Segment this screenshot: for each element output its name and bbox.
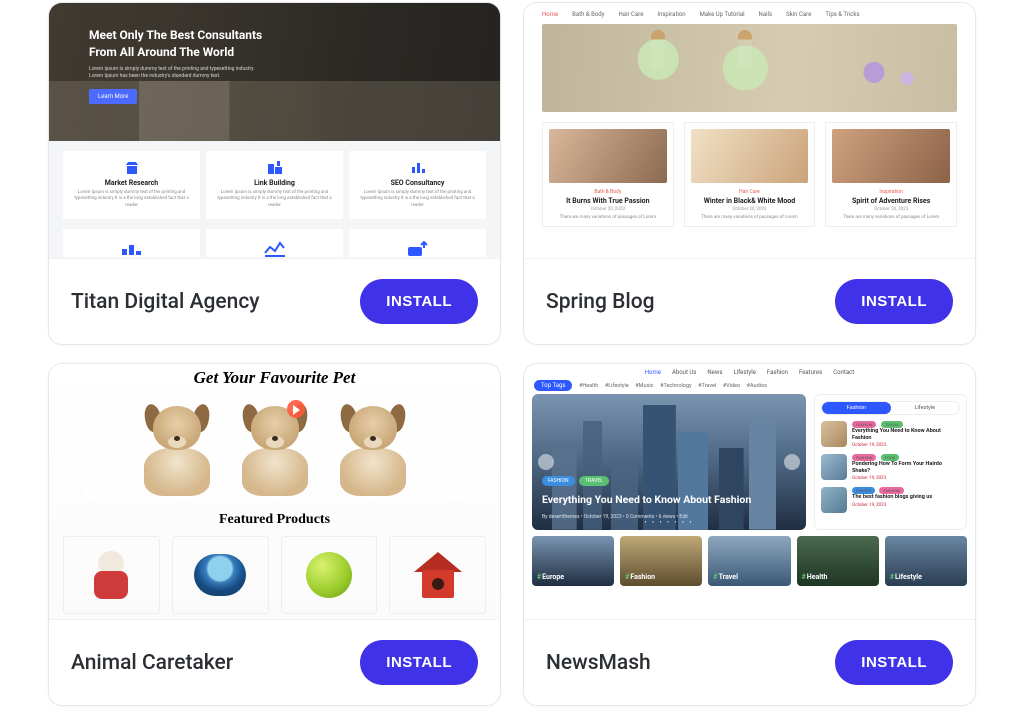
animal-hero-title: Get Your Favourite Pet [49, 364, 500, 388]
link-building-icon [214, 161, 335, 175]
theme-title-newsmash: NewsMash [546, 651, 651, 675]
dog-row [49, 388, 500, 496]
feature-label-0: Market Research [71, 179, 192, 187]
theme-preview-animal[interactable]: Get Your Favourite Pet Featured Products [49, 364, 500, 620]
analytics-icon [214, 241, 335, 257]
top-tags-bar: Top Tags #Health #Lifestyle #Music #Tech… [534, 382, 967, 389]
theme-preview-titan[interactable]: Meet Only The Best Consultants From All … [49, 3, 500, 259]
spring-post-2: Inspiration Spirit of Adventure Rises Oc… [825, 122, 957, 227]
theme-card-animal: Get Your Favourite Pet Featured Products… [48, 363, 501, 706]
newsmash-hero: FASHION TRAVEL Everything You Need to Kn… [532, 394, 806, 530]
theme-card-titan: Meet Only The Best Consultants From All … [48, 2, 501, 345]
product-teddy [63, 536, 160, 614]
product-fishbowl [172, 536, 269, 614]
animal-subtitle: Featured Products [49, 512, 500, 528]
theme-title-animal: Animal Caretaker [71, 651, 233, 675]
spring-post-0: Bath & Body It Burns With True Passion O… [542, 122, 674, 227]
seo-consultancy-icon [357, 161, 478, 175]
spring-post-1: Hair Care Winter in Black& White Mood Oc… [684, 122, 816, 227]
ranking-icon [71, 241, 192, 257]
newsmash-nav: HomeAbout Us NewsLifestyle FashionFeatur… [532, 366, 967, 379]
theme-title-spring: Spring Blog [546, 290, 655, 314]
newsmash-hero-headline: Everything You Need to Know About Fashio… [542, 493, 751, 506]
carousel-prev-icon [538, 454, 554, 470]
market-research-icon [71, 161, 192, 175]
titan-hero-title-2: From All Around The World [89, 45, 234, 59]
carousel-next-icon [784, 454, 800, 470]
install-button-animal[interactable]: INSTALL [360, 640, 478, 685]
growth-icon [357, 241, 478, 257]
theme-card-newsmash: HomeAbout Us NewsLifestyle FashionFeatur… [523, 363, 976, 706]
spring-nav: HomeBath & Body Hair CareInspiration Mak… [542, 9, 957, 24]
feature-label-2: SEO Consultancy [357, 179, 478, 187]
newsmash-sidebar: Fashion Lifestyle FASHION TRAVEL Everyth… [814, 394, 967, 530]
titan-hero-sub: Lorem ipsum is simply dummy text of the … [89, 66, 259, 81]
titan-hero-title-1: Meet Only The Best Consultants [89, 28, 262, 42]
titan-cta: Learn More [89, 89, 137, 104]
theme-preview-newsmash[interactable]: HomeAbout Us NewsLifestyle FashionFeatur… [524, 364, 975, 620]
install-button-newsmash[interactable]: INSTALL [835, 640, 953, 685]
spring-hero-image [542, 24, 957, 112]
newsmash-categories: Europe Fashion Travel Health Lifestyle [532, 536, 967, 586]
carousel-dots: • • • • • • • [644, 519, 693, 526]
theme-card-spring: HomeBath & Body Hair CareInspiration Mak… [523, 2, 976, 345]
theme-title-titan: Titan Digital Agency [71, 290, 260, 314]
feature-label-1: Link Building [214, 179, 335, 187]
install-button-titan[interactable]: INSTALL [360, 279, 478, 324]
product-birdhouse [389, 536, 486, 614]
theme-preview-spring[interactable]: HomeBath & Body Hair CareInspiration Mak… [524, 3, 975, 259]
product-ball [281, 536, 378, 614]
install-button-spring[interactable]: INSTALL [835, 279, 953, 324]
